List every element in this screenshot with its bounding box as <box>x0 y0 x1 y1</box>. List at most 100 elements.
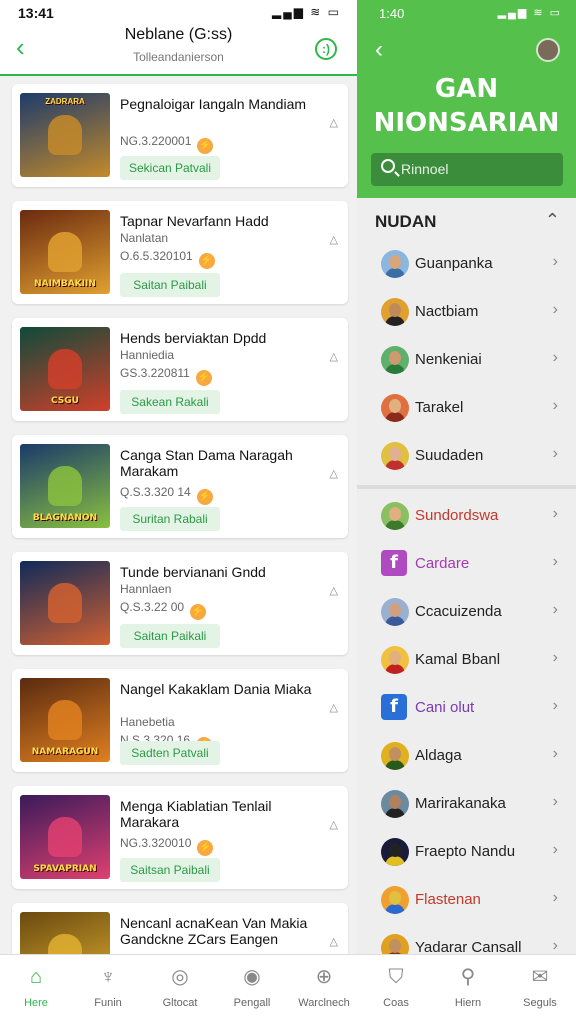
tab-pengall[interactable]: ◉ Pengall <box>216 955 288 1024</box>
game-card[interactable]: BLAGNANON Canga Stan Dama Naragah Marakam… <box>12 435 348 538</box>
menu-item-label: Ccacuizenda <box>415 603 502 620</box>
coin-icon: ⚡ <box>196 489 213 505</box>
tab-hiern[interactable]: ⚲ Hiern <box>432 955 504 1024</box>
avatar <box>381 742 409 770</box>
side-menu-title: GAN NIONSARIAN <box>357 72 576 140</box>
chevron-right-icon: › <box>552 301 558 318</box>
tab-warclnech[interactable]: ⊕ Warclnech <box>288 955 360 1024</box>
game-code-text: NG.3.320010 <box>120 836 192 850</box>
play-button[interactable]: Saitan Paikali <box>120 624 220 648</box>
tab-coas[interactable]: ⛉ Coas <box>360 955 432 1024</box>
avatar-body <box>385 856 405 866</box>
menu-item[interactable]: Nactbiam › <box>357 288 576 336</box>
chevron-right-icon: › <box>552 553 558 570</box>
circle-icon: ◎ <box>171 966 189 988</box>
game-title: Canga Stan Dama Naragah Marakam <box>120 447 293 479</box>
game-subtitle: Hanebetia <box>120 715 175 729</box>
coin-icon: ⚡ <box>198 253 215 269</box>
chevron-right-icon: › <box>552 697 558 714</box>
game-thumbnail[interactable]: NAMARAGUN <box>20 678 110 762</box>
game-card[interactable]: CSGU Hends berviaktan Dpdd Hanniedia GS.3.2… <box>12 318 348 421</box>
menu-item[interactable]: Fraepto Nandu › <box>357 828 576 876</box>
search-icon <box>381 159 395 173</box>
game-thumbnail[interactable]: ZADRARA <box>20 93 110 177</box>
game-thumbnail[interactable]: BLAGNANON <box>20 444 110 528</box>
game-title: Tunde bervianani Gndd <box>120 564 266 580</box>
menu-item[interactable]: Nenkeniai › <box>357 336 576 384</box>
tab-seguls[interactable]: ✉ Seguls <box>504 955 576 1024</box>
game-thumbnail[interactable]: CSGU <box>20 327 110 411</box>
play-button[interactable]: Sakean Rakali <box>120 390 220 414</box>
play-button[interactable]: Sadten Patvali <box>120 741 220 765</box>
menu-group-2: Sundordswa › f Cardare › Ccacuizenda › Kamal Bb… <box>357 492 576 972</box>
chevron-right-icon: › <box>552 349 558 366</box>
coin-icon: ⚡ <box>197 138 214 154</box>
avatar-head <box>389 507 401 521</box>
tab-label: Coas <box>383 997 409 1009</box>
tab-here[interactable]: ⌂ Here <box>0 955 72 1024</box>
triangle-icon[interactable]: △ <box>330 701 338 714</box>
triangle-icon[interactable]: △ <box>330 818 338 831</box>
status-time: 1:40 <box>379 6 405 21</box>
menu-item-label: Cardare <box>415 555 470 572</box>
play-button[interactable]: Suritan Rabali <box>120 507 220 531</box>
menu-item[interactable]: Aldaga › <box>357 732 576 780</box>
artwork-title: ZADRARA <box>45 97 85 106</box>
search-box[interactable] <box>371 153 563 186</box>
menu-item[interactable]: f Cardare › <box>357 540 576 588</box>
artwork-logo: NAMARAGUN <box>31 747 99 757</box>
search-input[interactable] <box>401 157 551 181</box>
tab-gltocat[interactable]: ◎ Gltocat <box>144 955 216 1024</box>
game-card[interactable]: ZADRARA Pegnaloigar Iangaln Mandiam NG.3.2… <box>12 84 348 187</box>
menu-item-label: Kamal Bbanl <box>415 651 501 668</box>
menu-item[interactable]: Suudaden › <box>357 432 576 480</box>
play-button[interactable]: Sekican Patvali <box>120 156 220 180</box>
triangle-icon[interactable]: △ <box>330 467 338 480</box>
triangle-icon[interactable]: △ <box>330 233 338 246</box>
menu-item-label: Suudaden <box>415 447 484 464</box>
game-thumbnail[interactable]: SPAVAPRIAN <box>20 795 110 879</box>
tab-funin[interactable]: ♆ Funin <box>72 955 144 1024</box>
game-card[interactable]: Tunde bervianani Gndd Hannlaen Q.S.3.22 00… <box>12 552 348 655</box>
menu-item[interactable]: Sundordswa › <box>357 492 576 540</box>
game-thumbnail[interactable] <box>20 561 110 645</box>
game-card[interactable]: SPAVAPRIAN Menga Kiablatian Tenlail Marak… <box>12 786 348 889</box>
game-card[interactable]: NAIMBAKIIN Tapnar Nevarfann Hadd Nanlatan O… <box>12 201 348 304</box>
menu-item[interactable]: Marirakanaka › <box>357 780 576 828</box>
game-card[interactable]: NAMARAGUN Nangel Kakaklam Dania Miaka Hane… <box>12 669 348 772</box>
side-menu-pane: 1:40 ▂▄▆ ≋ ▭ ‹ GAN NIONSARIAN NUDAN ⌃ Gu… <box>357 0 576 962</box>
menu-item[interactable]: Guanpanka › <box>357 240 576 288</box>
menu-group-1: Guanpanka › Nactbiam › Nenkeniai › Tarakel › Suu… <box>357 240 576 480</box>
avatar[interactable] <box>536 38 560 62</box>
section-header[interactable]: NUDAN ⌃ <box>357 198 576 246</box>
chevron-right-icon: › <box>552 937 558 954</box>
chevron-up-icon[interactable]: ⌃ <box>545 210 560 231</box>
triangle-icon[interactable]: △ <box>330 116 338 129</box>
smiley-icon[interactable]: :) <box>315 38 337 60</box>
menu-item[interactable]: f Cani olut › <box>357 684 576 732</box>
game-code-text: NG.3.220001 <box>120 134 192 148</box>
tab-label: Hiern <box>454 997 482 1009</box>
side-menu-title-line1: GAN <box>434 74 499 104</box>
chat-icon: ✉ <box>531 966 549 988</box>
triangle-icon[interactable]: △ <box>330 350 338 363</box>
artwork-logo: NAIMBAKIIN <box>34 279 96 289</box>
game-code-text: O.6.5.320101 <box>120 249 193 263</box>
play-button[interactable]: Saitsan Paibali <box>120 858 220 882</box>
game-code-text: Q.S.3.22 00 <box>120 600 185 614</box>
game-card-list: ZADRARA Pegnaloigar Iangaln Mandiam NG.3.2… <box>12 84 348 1020</box>
menu-item[interactable]: Tarakel › <box>357 384 576 432</box>
avatar-body <box>385 412 405 422</box>
chevron-left-icon[interactable]: ‹ <box>375 36 383 64</box>
play-button[interactable]: Saitan Paibali <box>120 273 220 297</box>
avatar-head <box>389 303 401 317</box>
shield-icon: ⊕ <box>315 966 333 988</box>
menu-item[interactable]: Kamal Bbanl › <box>357 636 576 684</box>
game-thumbnail[interactable]: NAIMBAKIIN <box>20 210 110 294</box>
triangle-icon[interactable]: △ <box>330 584 338 597</box>
hero-figure <box>48 232 82 272</box>
avatar-body <box>385 760 405 770</box>
triangle-icon[interactable]: △ <box>330 935 338 948</box>
menu-item[interactable]: Flastenan › <box>357 876 576 924</box>
menu-item[interactable]: Ccacuizenda › <box>357 588 576 636</box>
